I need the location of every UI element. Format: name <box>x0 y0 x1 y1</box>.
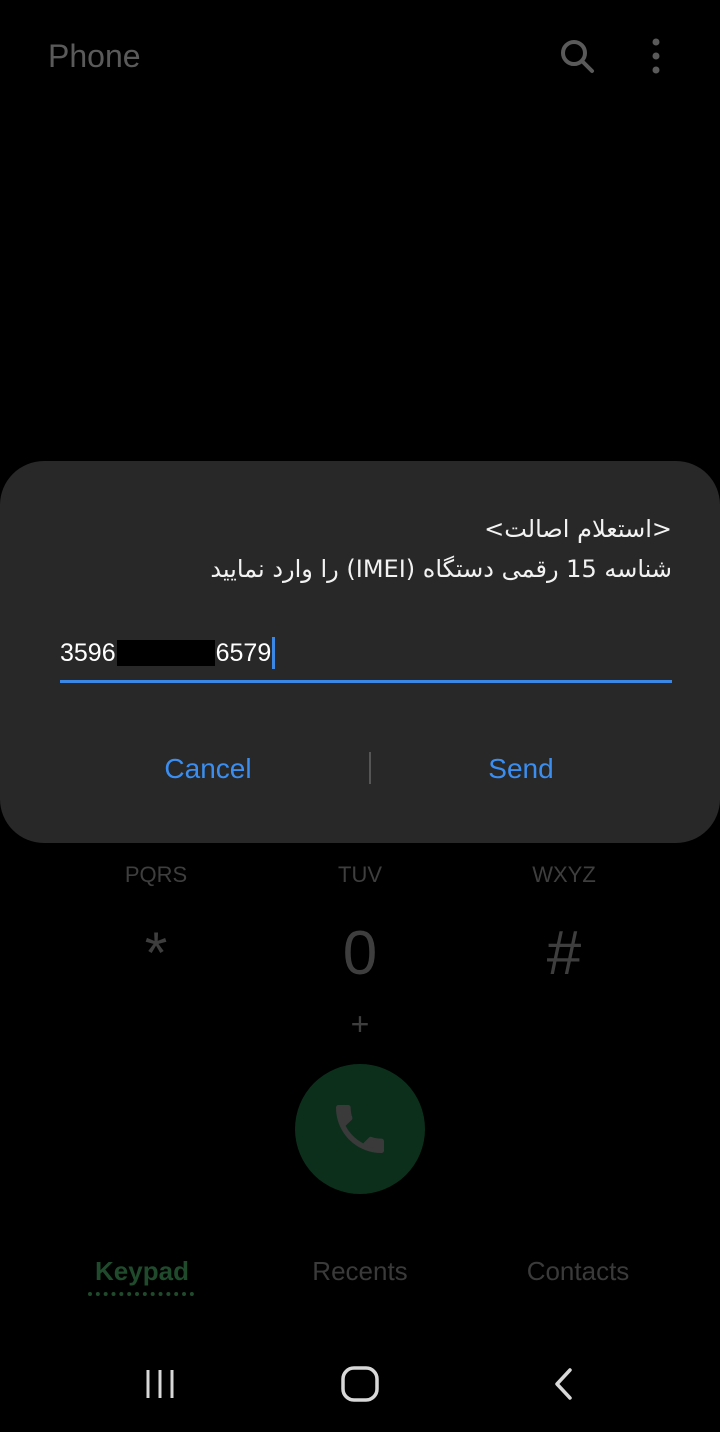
home-icon[interactable] <box>330 1360 390 1408</box>
tab-keypad-indicator <box>88 1292 194 1296</box>
search-icon[interactable] <box>555 34 599 78</box>
imei-dialog: <استعلام اصالت> شناسه 15 رقمی دستگاه (IM… <box>0 461 720 843</box>
imei-input[interactable]: 3596 6579 <box>60 631 672 683</box>
page-title: Phone <box>48 38 141 74</box>
key-star-letters: PQRS <box>124 862 188 887</box>
dialog-message-line-1: <استعلام اصالت> <box>484 515 672 543</box>
key-hash-letters: WXYZ <box>532 862 596 887</box>
key-star[interactable]: * <box>86 918 226 990</box>
cancel-button[interactable]: Cancel <box>60 745 356 793</box>
dialog-message: <استعلام اصالت> شناسه 15 رقمی دستگاه (IM… <box>52 509 672 589</box>
key-hash[interactable]: # <box>494 918 634 990</box>
recent-apps-icon[interactable] <box>130 1360 190 1408</box>
tab-keypad[interactable]: Keypad <box>80 1256 204 1287</box>
text-cursor <box>272 637 276 669</box>
button-divider <box>369 752 371 784</box>
key-zero-plus: + <box>350 1006 370 1042</box>
imei-input-value: 3596 6579 <box>60 637 276 669</box>
tab-contacts[interactable]: Contacts <box>506 1256 650 1287</box>
imei-suffix: 6579 <box>215 639 272 667</box>
call-button[interactable] <box>295 1064 425 1194</box>
key-zero-letters: TUV <box>338 862 382 887</box>
imei-prefix: 3596 <box>60 639 116 667</box>
phone-icon <box>336 1105 384 1153</box>
send-button[interactable]: Send <box>372 745 670 793</box>
dialog-message-line-2: شناسه 15 رقمی دستگاه (IMEI) را وارد نمای… <box>210 555 672 583</box>
redaction-block <box>116 640 215 666</box>
back-icon[interactable] <box>534 1360 594 1408</box>
tab-recents[interactable]: Recents <box>290 1256 430 1287</box>
key-zero[interactable]: 0 <box>290 918 430 990</box>
more-options-icon[interactable] <box>634 34 678 78</box>
